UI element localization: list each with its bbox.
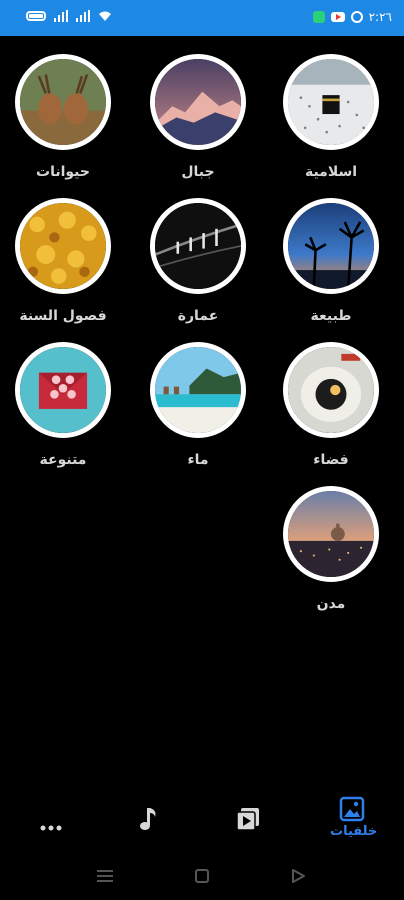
category-animals[interactable]: حيوانات [12, 54, 114, 180]
category-label: عمارة [177, 308, 219, 324]
more-icon [40, 825, 62, 831]
astronaut-photo [283, 342, 379, 438]
wifi-icon [98, 10, 112, 22]
category-label: متنوعة [39, 452, 87, 468]
category-seasons[interactable]: فصول السنة [12, 198, 114, 324]
tab-wallpapers[interactable]: خلفيات [330, 796, 378, 839]
category-cities[interactable]: مدن [280, 486, 382, 612]
video-icon [236, 808, 259, 831]
whatsapp-icon [350, 11, 363, 23]
architecture-photo [150, 198, 246, 294]
status-right: ٢:٢٦ [312, 10, 392, 24]
category-water[interactable]: ماء [147, 342, 249, 468]
signal-icon [76, 10, 90, 22]
deer-photo [15, 54, 111, 150]
status-bar: ٢:٢٦ [0, 0, 404, 36]
city-photo [283, 486, 379, 582]
category-architecture[interactable]: عمارة [147, 198, 249, 324]
category-label: جبال [181, 164, 215, 180]
hearts-envelope-photo [15, 342, 111, 438]
system-nav-bar [0, 860, 404, 900]
category-label: ماء [187, 452, 209, 468]
category-label: فصول السنة [19, 308, 107, 324]
back-button[interactable] [290, 868, 306, 888]
kaaba-photo [283, 54, 379, 150]
category-misc[interactable]: متنوعة [12, 342, 114, 468]
signal-icon [54, 10, 68, 22]
back-icon [292, 869, 305, 883]
category-label: طبيعة [310, 308, 352, 324]
category-label: حيوانات [36, 164, 90, 180]
menu-button[interactable] [96, 868, 114, 888]
category-label: اسلامية [304, 164, 358, 180]
status-left [26, 10, 112, 22]
more-button[interactable] [38, 816, 64, 835]
music-icon [140, 808, 156, 830]
home-icon [195, 869, 209, 883]
category-label: فضاء [313, 452, 349, 468]
bottom-nav: خلفيات [0, 790, 404, 850]
autumn-leaves-photo [15, 198, 111, 294]
tab-music[interactable] [136, 806, 160, 836]
category-nature[interactable]: طبيعة [280, 198, 382, 324]
battery-icon [26, 11, 46, 21]
beach-photo [150, 342, 246, 438]
tab-videos[interactable] [234, 806, 262, 836]
chat-app-icon [312, 11, 325, 23]
category-islamic[interactable]: اسلامية [280, 54, 382, 180]
category-label: مدن [316, 596, 346, 612]
wallpapers-icon [339, 796, 365, 822]
tab-wallpapers-label: خلفيات [330, 824, 378, 839]
category-space[interactable]: فضاء [280, 342, 382, 468]
mountains-photo [150, 54, 246, 150]
home-button[interactable] [194, 868, 210, 888]
youtube-icon [330, 12, 345, 22]
menu-icon [97, 870, 113, 882]
status-time: ٢:٢٦ [368, 10, 392, 24]
category-mountains[interactable]: جبال [147, 54, 249, 180]
palm-sunset-photo [283, 198, 379, 294]
